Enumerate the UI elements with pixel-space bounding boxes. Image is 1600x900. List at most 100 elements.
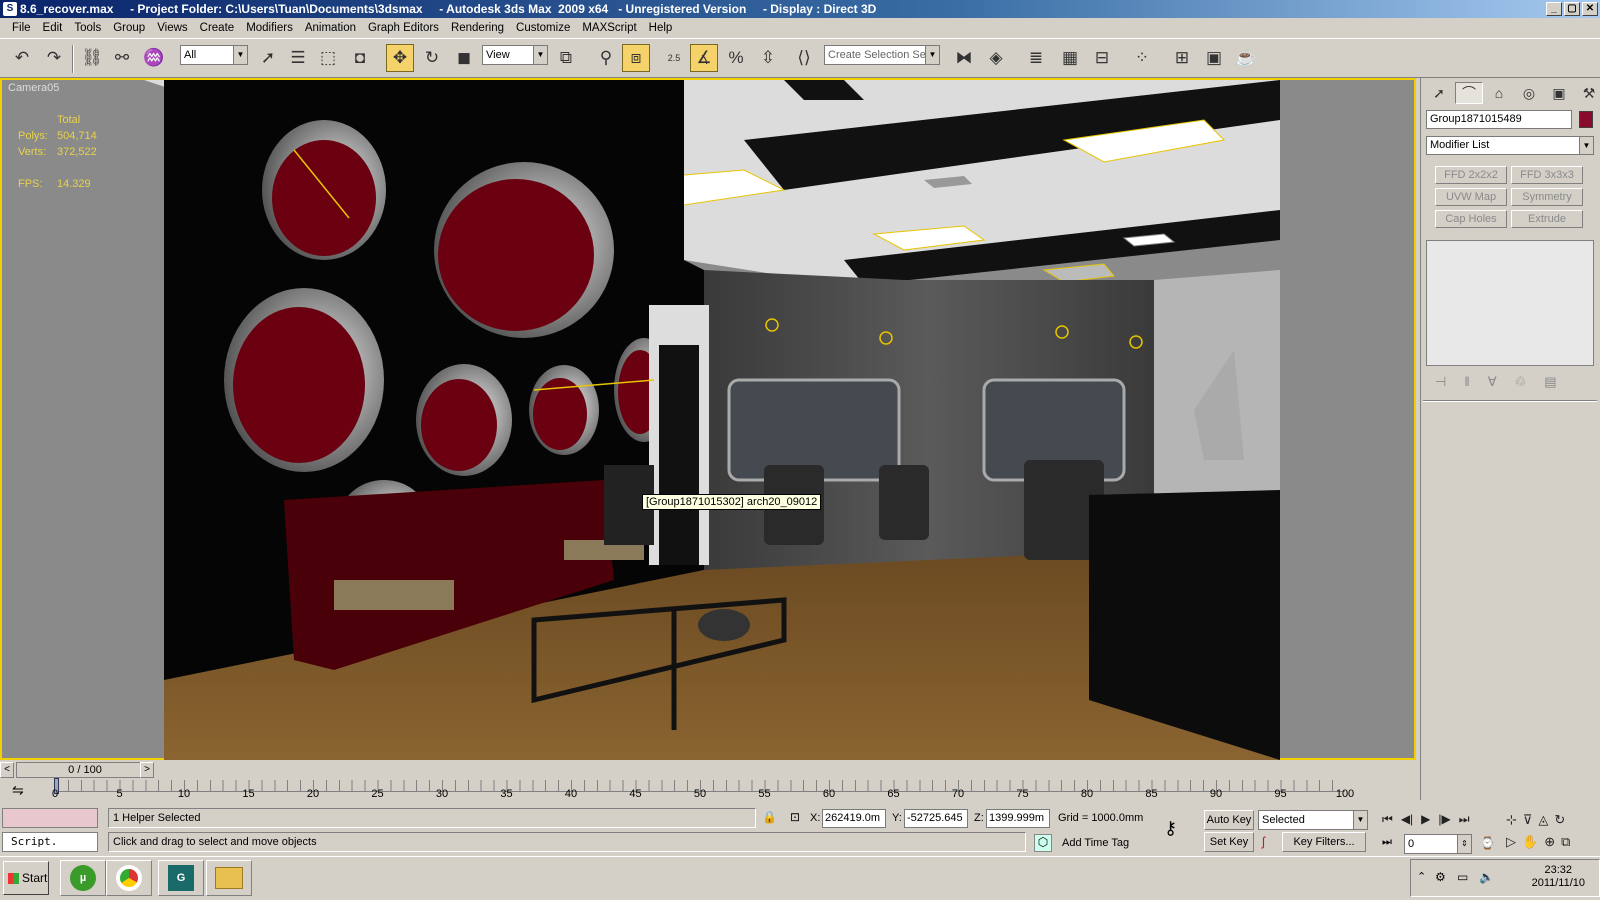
zoom-all-icon[interactable]: ⊽: [1523, 812, 1533, 828]
3dsmax-app-icon[interactable]: S: [3, 2, 17, 16]
menu-customize[interactable]: Customize: [510, 22, 576, 34]
uvw-map-button[interactable]: UVW Map: [1435, 188, 1507, 206]
zoom-icon[interactable]: ⊹: [1506, 812, 1517, 828]
start-button[interactable]: Start: [3, 861, 49, 895]
set-key-button[interactable]: Set Key: [1204, 832, 1254, 852]
time-slider-thumb[interactable]: 0 / 100: [16, 762, 154, 778]
menu-maxscript[interactable]: MAXScript: [576, 22, 642, 34]
add-time-tag[interactable]: Add Time Tag: [1062, 837, 1129, 849]
hierarchy-tab-icon[interactable]: ⌂: [1485, 82, 1513, 104]
keyboard-shortcut-override-icon[interactable]: ⧈: [622, 44, 650, 72]
render-setup-icon[interactable]: ⊞: [1168, 44, 1196, 72]
symmetry-button[interactable]: Symmetry: [1511, 188, 1583, 206]
camera-viewport[interactable]: Camera05 Total Polys: 504,714 Verts: 372,5…: [0, 78, 1416, 760]
chrome-icon[interactable]: [106, 860, 152, 896]
go-to-end-icon[interactable]: ⏭: [1459, 812, 1470, 827]
network-icon[interactable]: ⚙: [1435, 870, 1446, 884]
zoom-extents-icon[interactable]: ◬: [1538, 812, 1548, 828]
track-bar[interactable]: 0 5 10 15 20 25 30 35 40 45 50 55 60 65 70 75 80 85 90 95 10…: [50, 778, 1354, 804]
object-name-field[interactable]: Group1871015489: [1426, 110, 1572, 129]
layer-manager-icon[interactable]: ≣: [1022, 44, 1050, 72]
3dsmax-task-icon[interactable]: G: [158, 860, 204, 896]
remove-modifier-icon[interactable]: ♲: [1515, 374, 1527, 390]
curve-editor-icon[interactable]: ▦: [1056, 44, 1084, 72]
absolute-transform-icon[interactable]: ⊡: [790, 810, 800, 824]
select-and-link-icon[interactable]: ⛓: [78, 44, 106, 72]
volume-icon[interactable]: 🔈: [1479, 870, 1494, 884]
time-slider-prev-icon[interactable]: <: [0, 762, 14, 778]
select-and-scale-icon[interactable]: ◼: [450, 44, 478, 72]
reference-coordinate-dropdown[interactable]: View ▼: [482, 45, 548, 65]
object-color-swatch[interactable]: [1579, 111, 1593, 128]
select-and-rotate-icon[interactable]: ↻: [418, 44, 446, 72]
next-frame-icon[interactable]: |▶: [1438, 812, 1450, 827]
schematic-view-icon[interactable]: ⊟: [1088, 44, 1116, 72]
utilities-tab-icon[interactable]: ⚒: [1575, 82, 1600, 104]
tray-expand-icon[interactable]: ⌃: [1417, 870, 1426, 883]
mirror-icon[interactable]: ⧓: [950, 44, 978, 72]
select-and-move-icon[interactable]: ✥: [386, 44, 414, 72]
make-unique-icon[interactable]: ∀: [1488, 374, 1497, 390]
time-slider-next-icon[interactable]: >: [140, 762, 154, 778]
percent-snap-icon[interactable]: %: [722, 44, 750, 72]
walk-through-icon[interactable]: ⊕: [1544, 834, 1555, 850]
motion-tab-icon[interactable]: ◎: [1515, 82, 1543, 104]
display-tab-icon[interactable]: ▣: [1545, 82, 1573, 104]
key-filters-button[interactable]: Key Filters...: [1282, 832, 1366, 852]
z-coordinate-field[interactable]: 1399.999m: [986, 809, 1050, 828]
current-frame-field[interactable]: 0 ⇕: [1404, 834, 1472, 854]
menu-edit[interactable]: Edit: [37, 22, 69, 34]
maxscript-input[interactable]: Script.: [2, 832, 98, 852]
pan-icon[interactable]: ✋: [1522, 834, 1538, 850]
y-coordinate-field[interactable]: -52725.645: [904, 809, 968, 828]
go-to-start-icon[interactable]: ⏮: [1382, 812, 1393, 827]
menu-animation[interactable]: Animation: [299, 22, 362, 34]
ffd-2x2x2-button[interactable]: FFD 2x2x2: [1435, 166, 1507, 184]
select-and-manipulate-icon[interactable]: ⚲: [592, 44, 620, 72]
modify-tab-icon[interactable]: ⌒: [1455, 82, 1483, 104]
utorrent-icon[interactable]: µ: [60, 860, 106, 896]
lock-selection-icon[interactable]: 🔒: [762, 810, 777, 824]
render-production-teapot-icon[interactable]: ☕: [1232, 44, 1260, 72]
rendered-frame-window-icon[interactable]: ▣: [1200, 44, 1228, 72]
orbit-icon[interactable]: ↻: [1554, 812, 1565, 828]
display-icon[interactable]: ▭: [1457, 870, 1468, 884]
menu-tools[interactable]: Tools: [68, 22, 107, 34]
folder-icon[interactable]: [206, 860, 252, 896]
maximize-button[interactable]: ▢: [1564, 2, 1580, 16]
key-mode-dropdown[interactable]: Selected ▼: [1258, 810, 1368, 830]
named-selection-sets-dropdown[interactable]: Create Selection Set ▼: [824, 45, 940, 65]
selection-filter-dropdown[interactable]: All ▼: [180, 45, 248, 65]
track-bar-toggle-icon[interactable]: ⇋: [12, 782, 24, 799]
ffd-3x3x3-button[interactable]: FFD 3x3x3: [1511, 166, 1583, 184]
key-mode-toggle-icon[interactable]: ⏭: [1382, 836, 1392, 849]
menu-help[interactable]: Help: [643, 22, 679, 34]
menu-views[interactable]: Views: [151, 22, 193, 34]
rectangular-selection-icon[interactable]: ⬚: [314, 44, 342, 72]
menu-modifiers[interactable]: Modifiers: [240, 22, 299, 34]
undo-icon[interactable]: ↶: [8, 44, 36, 72]
snaps-toggle-icon[interactable]: 2.5: [660, 44, 688, 72]
previous-frame-icon[interactable]: ◀|: [1401, 812, 1413, 827]
time-slider[interactable]: < 0 / 100 >: [0, 762, 1420, 778]
cap-holes-button[interactable]: Cap Holes: [1435, 210, 1507, 228]
align-icon[interactable]: ◈: [982, 44, 1010, 72]
modifier-list-dropdown[interactable]: Modifier List ▼: [1426, 136, 1594, 155]
redo-icon[interactable]: ↷: [40, 44, 68, 72]
select-by-name-icon[interactable]: ☰: [284, 44, 312, 72]
window-crossing-icon[interactable]: ◘: [346, 44, 374, 72]
configure-modifier-sets-icon[interactable]: ▤: [1544, 374, 1556, 390]
maximize-viewport-icon[interactable]: ⧉: [1561, 834, 1570, 850]
menu-create[interactable]: Create: [194, 22, 241, 34]
auto-key-button[interactable]: Auto Key: [1204, 810, 1254, 830]
viewport-label[interactable]: Camera05: [8, 82, 59, 94]
minimize-button[interactable]: _: [1546, 2, 1562, 16]
pin-stack-icon[interactable]: ⊣: [1435, 374, 1446, 390]
field-of-view-icon[interactable]: ▷: [1506, 834, 1516, 850]
show-end-result-icon[interactable]: ‖: [1464, 374, 1469, 390]
set-keys-key-icon[interactable]: ⚷: [1164, 818, 1177, 839]
maxscript-listener-mini[interactable]: [2, 808, 98, 828]
play-icon[interactable]: ▶: [1421, 812, 1430, 827]
material-editor-icon[interactable]: ⁘: [1128, 44, 1156, 72]
menu-rendering[interactable]: Rendering: [445, 22, 510, 34]
